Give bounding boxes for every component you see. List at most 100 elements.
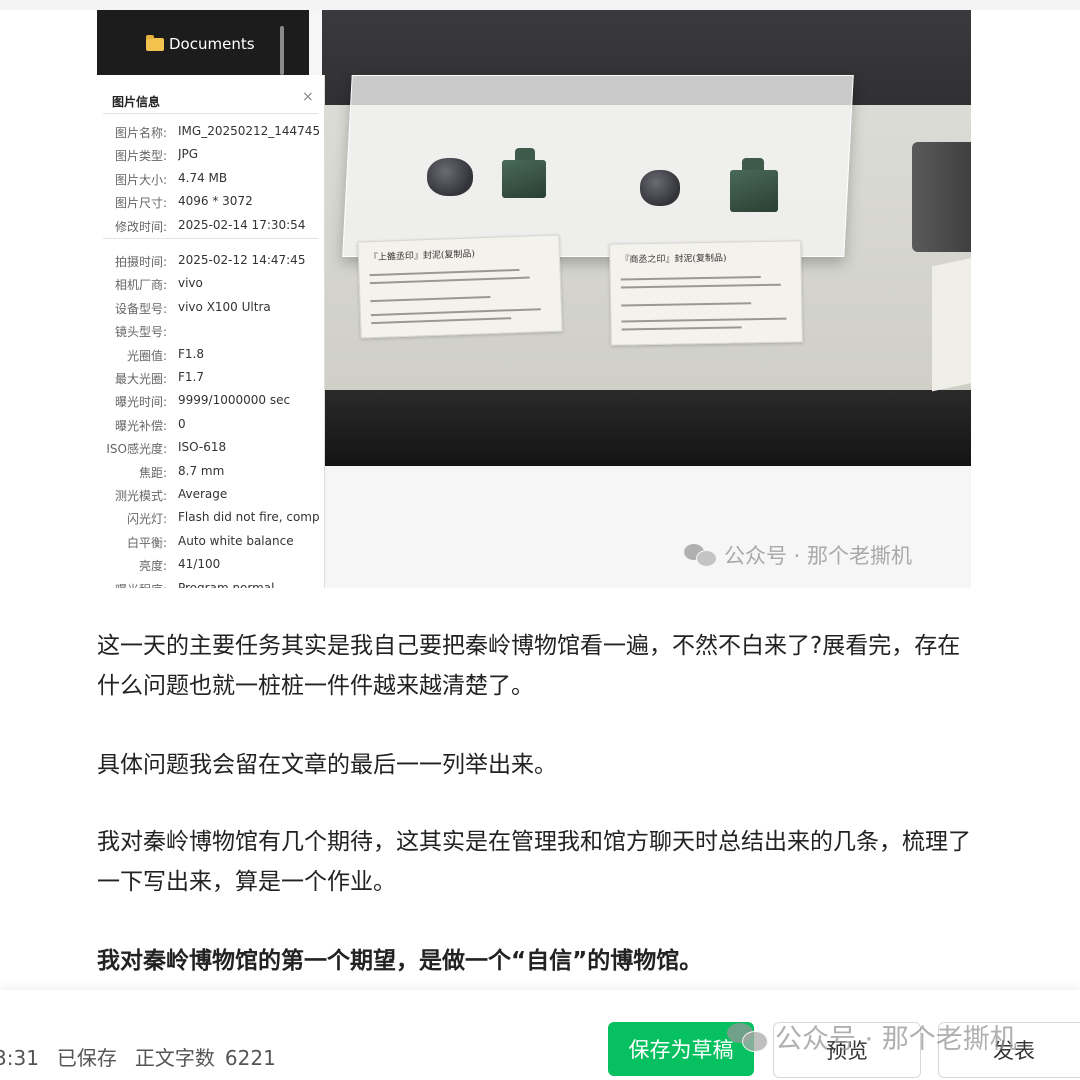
info-key: 相机厂商: [114,278,167,293]
info-row: 曝光时间: 9999/1000000 sec [97,393,324,413]
display-case-front [322,390,971,466]
info-row: 闪光灯: Flash did not fire, comp... [97,510,324,530]
exhibit-label-right: 『商丞之印』封泥(复制品) [609,240,803,346]
museum-photo: 『上雒丞印』封泥(复制品) 『商丞之印』封泥(复制品) [322,10,971,466]
article-paragraph: 我对秦岭博物馆有几个期待，这其实是在管理我和馆方聊天时总结出来的几条，梳理了一下… [97,829,971,895]
article-paragraph: 具体问题我会留在文章的最后一一列举出来。 [97,752,557,778]
info-value: 0 [178,416,186,431]
info-value: 9999/1000000 sec [178,393,291,408]
label-line [621,326,742,331]
image-watermark-text: 公众号 · 那个老撕机 [724,544,913,568]
file-explorer: Documents [97,10,309,75]
info-value: JPG [178,147,199,162]
info-key: 曝光程序: [115,581,167,588]
info-value: 2025-02-12 14:47:45 [178,253,306,267]
article-paragraph-bold: 我对秦岭博物馆的第一个期望，是做一个“自信”的博物馆。 [97,948,703,974]
info-key: 修改时间: [114,219,167,234]
info-key: 光圈值: [126,348,167,363]
save-time: 3:31 [0,1046,39,1070]
info-key: 亮度: [138,559,167,574]
label-line [621,317,787,323]
info-value: F1.7 [178,370,204,384]
exhibit-label-right-title: 『商丞之印』封泥(复制品) [620,253,727,266]
info-row: 拍摄时间: 2025-02-12 14:47:45 [97,253,324,273]
info-row: 设备型号: vivo X100 Ultra [97,300,324,320]
photo-info-panel: 图片信息 × 图片名称: IMG_20250212_144745 图片类型: JPG 图… [97,75,325,588]
top-strip [0,0,1080,10]
save-status: 3:31 已保存 正文字数 6221 [0,1042,294,1071]
label-line [371,317,512,325]
divider [103,113,318,114]
info-value: Flash did not fire, comp... [178,510,320,525]
info-row: 测光模式: Average [97,487,324,507]
info-key: 图片大小: [114,172,167,187]
info-row: 相机厂商: vivo [97,276,324,296]
info-row: 镜头型号: [97,323,324,343]
info-row: 白平衡: Auto white balance [97,534,324,554]
folder-icon [146,35,164,51]
wechat-icon [684,544,717,567]
info-value: Auto white balance [178,533,294,548]
info-key: 图片名称: [114,126,167,140]
info-row: 曝光程序: Program normal [97,581,324,588]
info-value: vivo [178,276,203,291]
info-row: ISO感光度: ISO-618 [97,440,324,460]
exhibit-object-right [912,142,971,252]
info-value: vivo X100 Ultra [178,299,271,314]
info-row: 焦距: 8.7 mm [97,464,324,484]
info-value: 41/100 [178,557,221,572]
overlay-watermark-text: 公众号 · 那个老撕机 [775,1024,1017,1055]
info-key: 曝光补偿: [114,418,167,433]
folder-label: Documents [169,35,255,53]
info-row: 亮度: 41/100 [97,557,324,577]
info-value: Program normal [178,580,275,588]
article-image: 『上雒丞印』封泥(复制品) 『商丞之印』封泥(复制品) 公众号 · 那个老撕机 … [97,10,971,588]
exhibit-label-left-title: 『上雒丞印』封泥(复制品) [368,249,476,264]
info-key: 图片尺寸: [114,196,167,211]
label-line [370,295,491,303]
info-key: 拍摄时间: [114,255,167,269]
label-line [620,276,761,281]
label-line [620,283,781,289]
info-key: 闪光灯: [126,512,167,527]
info-key: 测光模式: [114,489,167,503]
info-value: IMG_20250212_144745 [178,124,320,138]
label-line [369,268,520,277]
label-line [369,276,530,285]
info-row: 图片名称: IMG_20250212_144745 [97,124,324,144]
info-row: 修改时间: 2025-02-14 17:30:54 [97,218,324,238]
info-key: ISO感光度: [106,442,167,457]
info-value: F1.8 [178,346,204,361]
info-row: 最大光圈: F1.7 [97,370,324,390]
article-paragraph: 这一天的主要任务其实是我自己要把秦岭博物馆看一遍，不然不白来了?展看完，存在什么… [97,633,961,699]
close-icon: × [302,89,314,105]
divider [103,238,318,239]
word-count-label: 正文字数 [134,1046,215,1070]
info-value: Average [178,487,228,501]
exhibit-label-far-right [932,253,971,392]
clay-seal-left [427,158,473,196]
label-line [370,308,541,317]
info-key: 设备型号: [114,301,167,316]
glass-box [342,75,854,257]
info-value: 4096 * 3072 [178,194,253,209]
bronze-seal-left [502,160,546,198]
info-value: 4.74 MB [178,170,228,185]
clay-seal-right [640,170,680,206]
info-key: 焦距: [138,465,167,480]
info-key: 镜头型号: [114,325,167,340]
info-row: 图片尺寸: 4096 * 3072 [97,194,324,214]
info-row: 曝光补偿: 0 [97,417,324,437]
explorer-scrollbar [280,26,284,75]
info-key: 曝光时间: [114,395,167,410]
info-value: ISO-618 [178,440,227,455]
info-row: 图片大小: 4.74 MB [97,171,324,191]
wechat-icon [727,1022,768,1052]
photo-info-title: 图片信息 [112,95,161,109]
info-row: 图片类型: JPG [97,147,324,167]
image-watermark: 公众号 · 那个老撕机 [684,540,912,570]
word-count: 6221 [224,1046,276,1070]
label-line [621,302,752,307]
saved-label: 已保存 [56,1046,117,1070]
info-key: 最大光圈: [114,372,167,386]
